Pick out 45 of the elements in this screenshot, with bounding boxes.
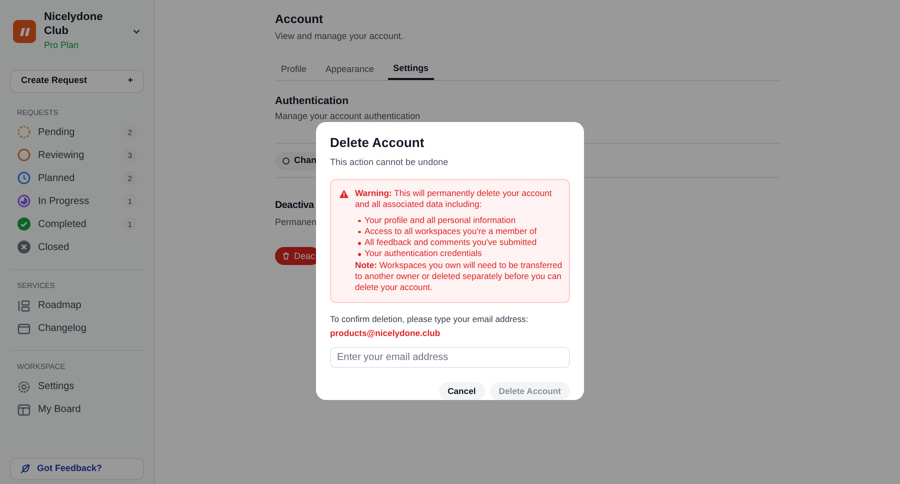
sidebar-item[interactable]: Changelog: [10, 317, 144, 340]
create-request-button[interactable]: Create Request +: [10, 70, 144, 92]
board-icon: [17, 402, 31, 417]
warning-list-item: Access to all workspaces you're a member of: [358, 226, 563, 238]
x-circle-icon: [17, 240, 31, 254]
confirm-text: To confirm deletion, please type your email address:: [330, 312, 530, 326]
sidebar-item[interactable]: Roadmap: [10, 294, 144, 317]
section-subtitle: Permanen: [275, 216, 317, 229]
note-text: Note: Workspaces you own will need to be transferred to another owner or deleted separately before you can delete your account.: [355, 260, 563, 294]
feather-icon: [19, 463, 31, 475]
feedback-button[interactable]: Got Feedback?: [10, 458, 144, 480]
dialog-subtitle: This action cannot be undone: [330, 156, 450, 168]
warning-list-item: Your profile and all personal information: [358, 214, 563, 226]
check-circle-icon: [17, 217, 31, 232]
email-text: products@nicelydone.club: [330, 326, 442, 340]
page-title: Account: [275, 11, 324, 28]
tab[interactable]: Settings: [388, 60, 434, 80]
tab[interactable]: Appearance: [320, 60, 380, 80]
email-input-field[interactable]: Enter your email address: [330, 347, 570, 368]
tab[interactable]: Profile: [276, 60, 312, 80]
sidebar-item[interactable]: Closed: [10, 236, 144, 259]
cancel-button[interactable]: Cancel: [438, 382, 485, 400]
folder-icon: [17, 322, 31, 336]
logo-icon: [13, 20, 36, 43]
section-title: Authentication: [275, 94, 350, 108]
clock-icon: [17, 171, 31, 186]
section-subtitle: Manage your account authentication: [275, 110, 420, 124]
workspace-name: Nicelydone Club: [44, 10, 104, 38]
sidebar-item[interactable]: My Board: [10, 398, 144, 422]
warning-list-item: Your authentication credentials: [358, 248, 563, 260]
dialog-title: Delete Account: [330, 134, 426, 152]
sidebar-item[interactable]: Settings: [10, 375, 144, 398]
warning-icon: [339, 189, 349, 199]
trash-icon: [282, 252, 290, 260]
dashed-circle-icon: [17, 125, 31, 140]
warning-list-item: All feedback and comments you've submitted: [358, 237, 563, 248]
half-circle-icon: [17, 194, 31, 208]
plan-label: Pro Plan: [44, 39, 80, 52]
circle-icon: [17, 148, 31, 162]
list-icon: [17, 298, 31, 312]
settings-icon: [17, 380, 31, 394]
warning-text: Warning: This will permanently delete your account and all associated data including:: [355, 188, 553, 211]
chevron-down-icon: [132, 26, 141, 36]
section-title: Deactiva: [275, 198, 314, 213]
page-subtitle: View and manage your account.: [275, 30, 404, 43]
